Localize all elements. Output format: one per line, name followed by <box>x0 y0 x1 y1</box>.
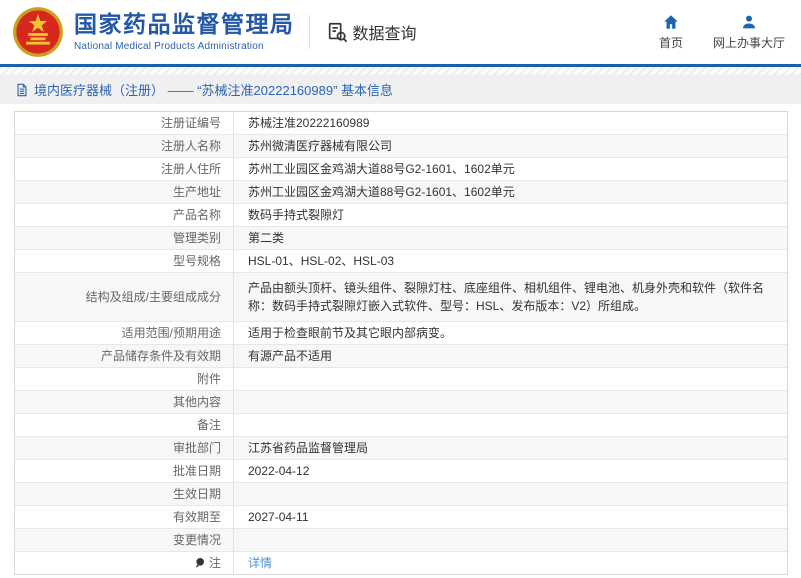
field-label: 注册证编号 <box>15 112 234 134</box>
table-row: 产品储存条件及有效期 有源产品不适用 <box>15 345 787 368</box>
table-row: 生产地址 苏州工业园区金鸡湖大道88号G2-1601、1602单元 <box>15 181 787 204</box>
home-icon <box>664 15 678 29</box>
table-row: 变更情况 <box>15 529 787 552</box>
nav-item-service-hall[interactable]: 网上办事大厅 <box>713 13 785 51</box>
nav-service-hall-label: 网上办事大厅 <box>712 36 785 50</box>
table-row: 适用范围/预期用途 适用于检查眼前节及其它眼内部病变。 <box>15 322 787 345</box>
note-label: 注 <box>208 556 221 570</box>
decorative-hatch-strip <box>0 67 801 75</box>
field-label: 注册人住所 <box>15 158 234 180</box>
field-value: 产品由额头顶杆、镜头组件、裂隙灯柱、底座组件、相机组件、锂电池、机身外壳和软件（… <box>248 281 765 313</box>
data-query-nav[interactable]: 数据查询 <box>326 20 417 44</box>
field-value: 第二类 <box>248 231 285 245</box>
table-row: 附件 <box>15 368 787 391</box>
field-value: 苏州工业园区金鸡湖大道88号G2-1601、1602单元 <box>248 185 515 199</box>
field-value: 有源产品不适用 <box>248 349 333 363</box>
field-label: 注册人名称 <box>15 135 234 157</box>
field-value <box>234 529 787 551</box>
field-label: 生效日期 <box>15 483 234 505</box>
field-value: 2027-04-11 <box>248 510 309 524</box>
table-row: 其他内容 <box>15 391 787 414</box>
table-row: 生效日期 <box>15 483 787 506</box>
field-label: 其他内容 <box>15 391 234 413</box>
field-value <box>234 483 787 505</box>
field-label: 有效期至 <box>15 506 234 528</box>
table-row: 型号规格 HSL-01、HSL-02、HSL-03 <box>15 250 787 273</box>
field-label: 注 <box>15 552 234 574</box>
nav-home-label: 首页 <box>658 36 683 50</box>
field-label: 审批部门 <box>15 437 234 459</box>
table-row: 管理类别 第二类 <box>15 227 787 250</box>
field-label: 产品名称 <box>15 204 234 226</box>
field-label: 附件 <box>15 368 234 390</box>
field-label: 变更情况 <box>15 529 234 551</box>
page-icon <box>17 83 27 96</box>
registration-info-table: 注册证编号 苏械注准20222160989 注册人名称 苏州微清医疗器械有限公司… <box>14 111 788 575</box>
field-label: 适用范围/预期用途 <box>15 322 234 344</box>
table-row: 产品名称 数码手持式裂隙灯 <box>15 204 787 227</box>
field-label: 结构及组成/主要组成成分 <box>15 273 234 321</box>
site-header: 国家药品监督管理局 National Medical Products Admi… <box>0 0 801 67</box>
nav-item-home[interactable]: 首页 <box>659 13 683 51</box>
field-value <box>234 414 787 436</box>
table-row: 有效期至 2027-04-11 <box>15 506 787 529</box>
page-title: 境内医疗器械（注册） —— “苏械注准20222160989” 基本信息 <box>34 83 394 98</box>
site-title: 国家药品监督管理局 <box>74 11 295 38</box>
header-divider <box>308 15 310 49</box>
note-icon <box>195 558 204 568</box>
field-label: 生产地址 <box>15 181 234 203</box>
table-row: 注册人名称 苏州微清医疗器械有限公司 <box>15 135 787 158</box>
field-value: 数码手持式裂隙灯 <box>248 208 345 222</box>
field-label: 管理类别 <box>15 227 234 249</box>
table-row: 审批部门 江苏省药品监督管理局 <box>15 437 787 460</box>
table-row: 注 详情 <box>15 552 787 574</box>
header-nav: 首页 网上办事大厅 <box>659 13 785 51</box>
field-value <box>234 391 787 413</box>
table-row: 批准日期 2022-04-12 <box>15 460 787 483</box>
field-label: 批准日期 <box>15 460 234 482</box>
national-emblem-icon <box>13 7 63 57</box>
field-value: 适用于检查眼前节及其它眼内部病变。 <box>248 326 453 340</box>
site-subtitle: National Medical Products Administration <box>74 40 264 52</box>
breadcrumb: 境内医疗器械（注册） —— “苏械注准20222160989” 基本信息 <box>0 75 801 104</box>
field-value <box>234 368 787 390</box>
field-value: 苏州微清医疗器械有限公司 <box>248 139 393 153</box>
field-value: HSL-01、HSL-02、HSL-03 <box>248 254 395 268</box>
data-query-label: 数据查询 <box>352 26 417 43</box>
field-value: 2022-04-12 <box>248 464 310 478</box>
table-row: 结构及组成/主要组成成分 产品由额头顶杆、镜头组件、裂隙灯柱、底座组件、相机组件… <box>15 273 787 322</box>
field-value: 苏械注准20222160989 <box>248 116 370 130</box>
table-row: 注册人住所 苏州工业园区金鸡湖大道88号G2-1601、1602单元 <box>15 158 787 181</box>
table-row: 备注 <box>15 414 787 437</box>
field-label: 备注 <box>15 414 234 436</box>
field-label: 产品储存条件及有效期 <box>15 345 234 367</box>
field-label: 型号规格 <box>15 250 234 272</box>
field-value: 苏州工业园区金鸡湖大道88号G2-1601、1602单元 <box>248 162 515 176</box>
user-icon <box>742 15 755 29</box>
field-value: 江苏省药品监督管理局 <box>248 441 369 455</box>
field-value: 详情 <box>234 552 787 574</box>
document-search-icon <box>328 22 347 43</box>
table-row: 注册证编号 苏械注准20222160989 <box>15 112 787 135</box>
details-link[interactable]: 详情 <box>248 555 272 571</box>
site-logo[interactable]: 国家药品监督管理局 National Medical Products Admi… <box>74 11 295 52</box>
